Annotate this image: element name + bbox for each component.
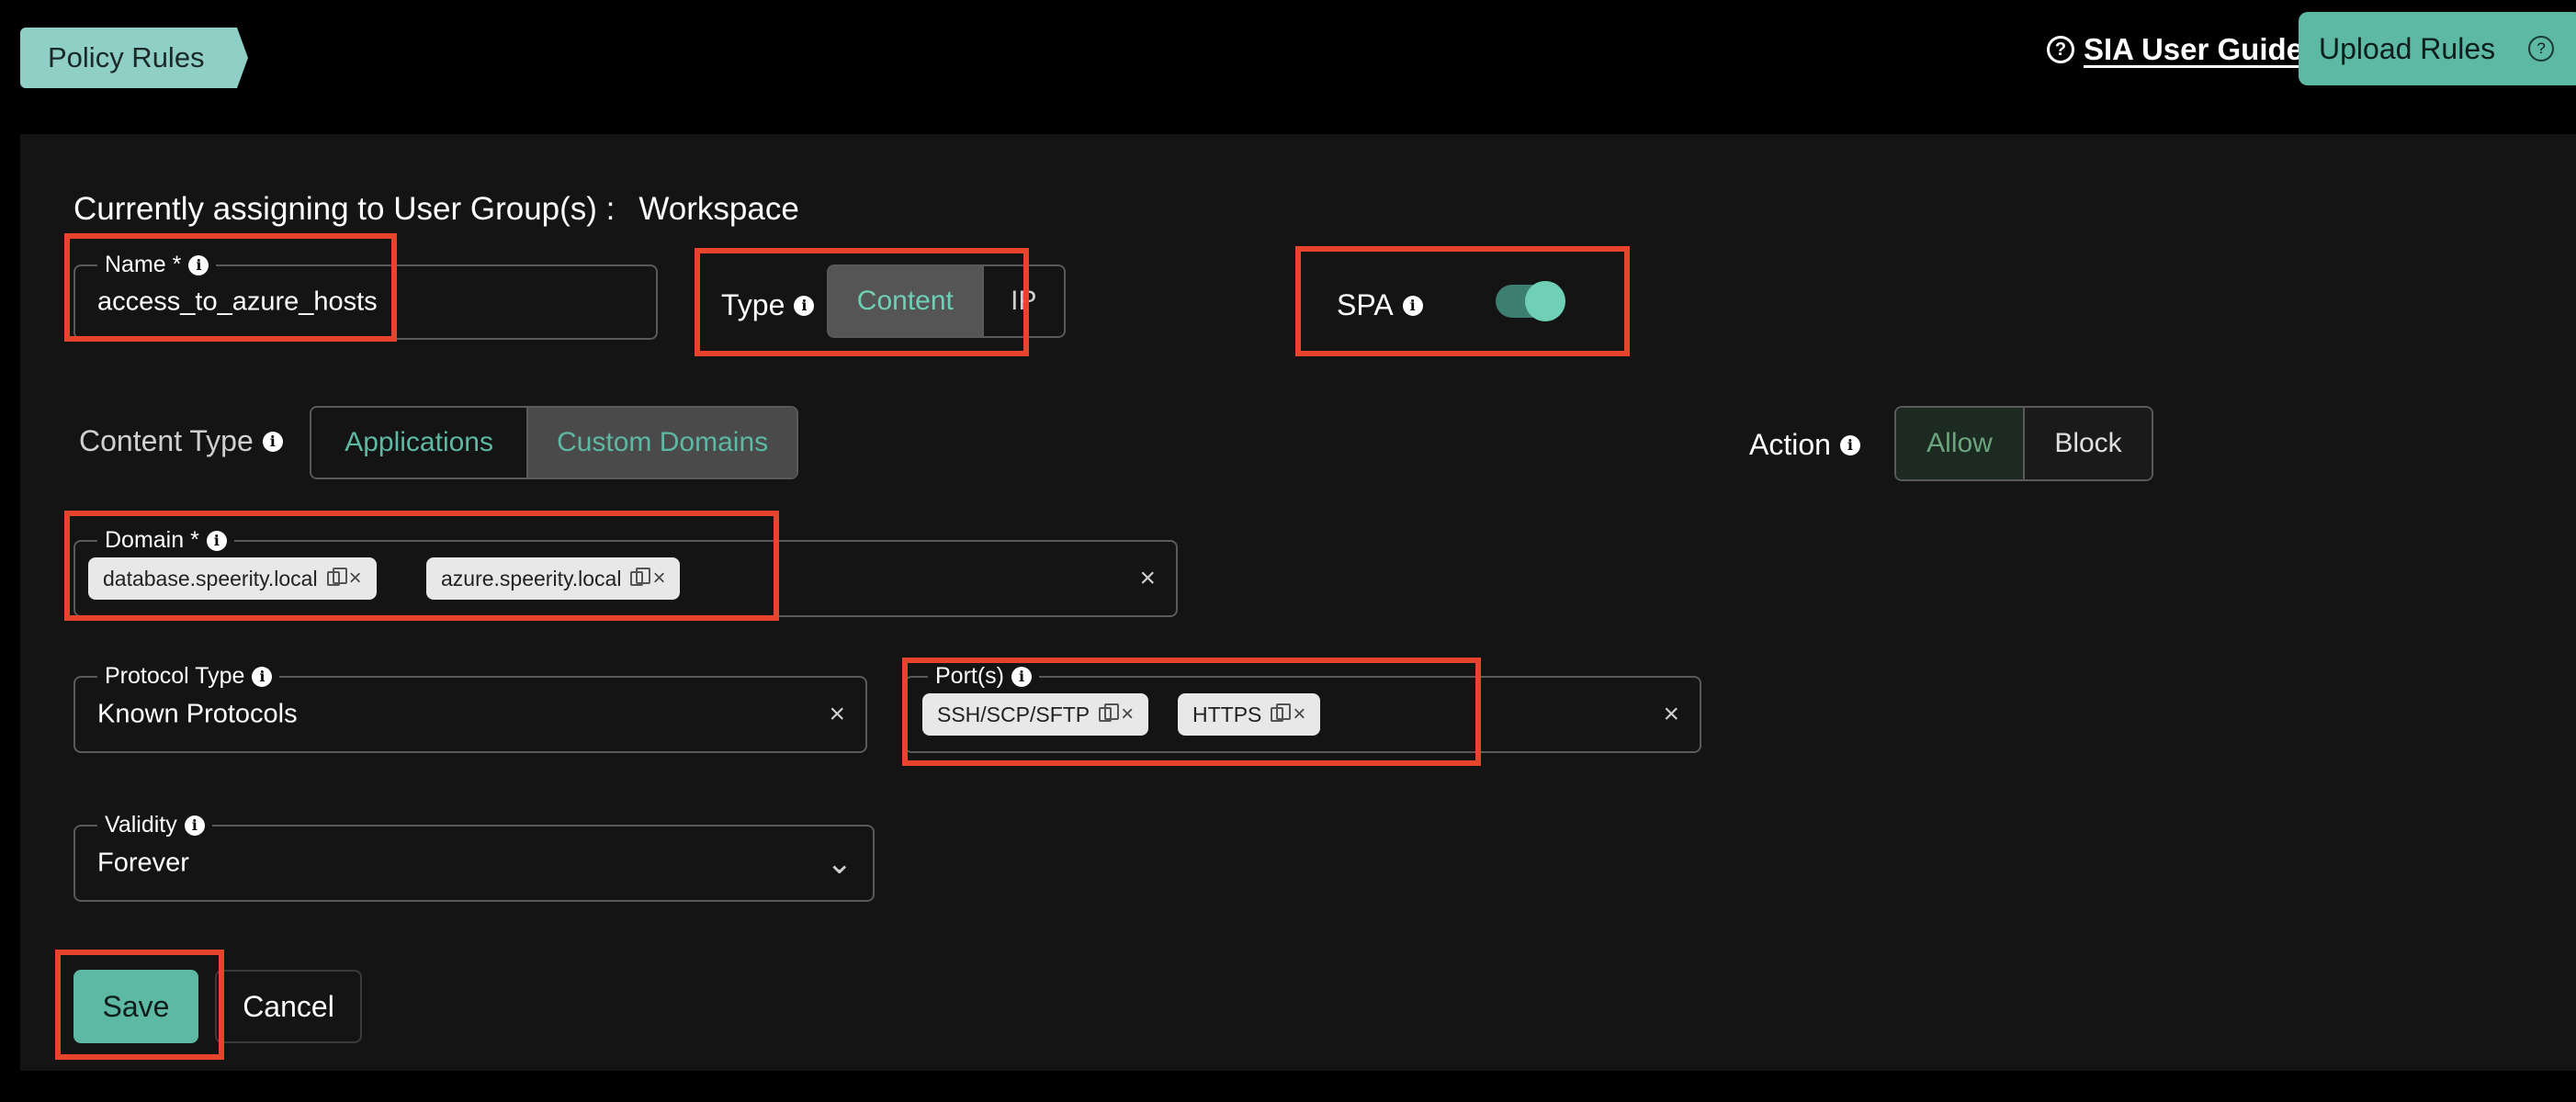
chip-close-icon[interactable]: × (349, 566, 362, 591)
chip-close-icon[interactable]: × (1293, 702, 1305, 727)
validity-select[interactable]: Validity i Forever ⌄ (73, 812, 875, 902)
domain-chip: azure.speerity.local × (426, 557, 681, 600)
type-option-content[interactable]: Content (829, 266, 982, 336)
validity-label: Validity (105, 812, 177, 838)
save-button[interactable]: Save (73, 970, 198, 1043)
spa-label: SPA (1337, 288, 1394, 321)
info-icon[interactable]: i (206, 530, 227, 551)
port-chip-label: HTTPS (1192, 702, 1262, 726)
type-option-ip[interactable]: IP (981, 266, 1064, 336)
upload-rules-label: Upload Rules (2319, 31, 2496, 65)
spa-toggle[interactable] (1496, 281, 1565, 321)
ports-field[interactable]: Port(s) i SSH/SCP/SFTP × HTTPS × × (904, 663, 1701, 753)
copy-icon[interactable] (630, 568, 651, 586)
help-circle-icon: ? (2047, 36, 2074, 63)
type-label: Type (721, 288, 785, 321)
clear-protocol-icon[interactable]: × (829, 699, 845, 730)
chip-close-icon[interactable]: × (652, 566, 665, 591)
domain-chip: database.speerity.local × (88, 557, 377, 600)
clear-domain-icon[interactable]: × (1139, 563, 1156, 594)
help-icon[interactable]: ? (2528, 36, 2555, 62)
upload-rules-button[interactable]: Upload Rules ? (2299, 12, 2576, 85)
breadcrumb-policy-rules[interactable]: Policy Rules (20, 28, 248, 88)
domain-chip-label: database.speerity.local (103, 566, 318, 590)
chevron-down-icon[interactable]: ⌄ (827, 845, 853, 882)
protocol-type-value: Known Protocols (97, 699, 298, 729)
name-label: Name * (105, 252, 182, 277)
assign-label: Currently assigning to User Group(s) : (73, 191, 616, 227)
protocol-type-field[interactable]: Protocol Type i Known Protocols × (73, 663, 867, 753)
validity-value: Forever (97, 848, 189, 878)
port-chip-label: SSH/SCP/SFTP (937, 702, 1090, 726)
name-field[interactable]: Name * i access_to_azure_hosts (73, 252, 658, 340)
assign-value: Workspace (638, 191, 799, 227)
type-label-group: Type i (721, 288, 815, 322)
protocol-type-legend: Protocol Type i (97, 663, 280, 690)
clear-ports-icon[interactable]: × (1663, 699, 1679, 730)
content-type-option-custom-domains[interactable]: Custom Domains (526, 408, 797, 478)
action-option-block[interactable]: Block (2023, 408, 2152, 479)
domain-chip-label: azure.speerity.local (441, 566, 622, 590)
name-input-value[interactable]: access_to_azure_hosts (97, 287, 378, 318)
domain-label: Domain * (105, 527, 199, 553)
breadcrumb-label: Policy Rules (48, 41, 205, 73)
domain-legend: Domain * i (97, 527, 234, 554)
content-type-option-applications[interactable]: Applications (311, 408, 527, 478)
action-segmented-control: Allow Block (1894, 406, 2153, 481)
name-legend: Name * i (97, 252, 217, 278)
copy-icon[interactable] (326, 568, 347, 586)
cancel-button[interactable]: Cancel (215, 970, 362, 1043)
port-chip: HTTPS × (1178, 693, 1321, 736)
guide-link-label: SIA User Guide (2084, 32, 2304, 66)
sia-user-guide-link[interactable]: ? SIA User Guide (2047, 28, 2303, 72)
protocol-type-label: Protocol Type (105, 663, 245, 689)
content-type-segmented-control: Applications Custom Domains (310, 406, 798, 479)
content-type-label-group: Content Type i (79, 424, 283, 458)
info-icon[interactable]: i (1839, 434, 1860, 455)
action-label-group: Action i (1749, 428, 1860, 462)
copy-icon[interactable] (1099, 703, 1120, 722)
ports-legend: Port(s) i (928, 663, 1039, 690)
info-icon[interactable]: i (1402, 295, 1423, 316)
spa-label-group: SPA i (1337, 288, 1423, 322)
toggle-knob (1525, 281, 1565, 321)
type-segmented-control: Content IP (827, 264, 1066, 338)
content-type-label: Content Type (79, 424, 254, 457)
info-icon[interactable]: i (794, 295, 815, 316)
action-option-allow[interactable]: Allow (1896, 408, 2023, 479)
info-icon[interactable]: i (252, 666, 273, 687)
assign-user-group-text: Currently assigning to User Group(s) : Wo… (73, 191, 799, 228)
ports-label: Port(s) (935, 663, 1004, 689)
info-icon[interactable]: i (188, 254, 209, 276)
info-icon[interactable]: i (1011, 666, 1032, 687)
info-icon[interactable]: i (184, 815, 205, 836)
port-chip: SSH/SCP/SFTP × (922, 693, 1149, 736)
domain-field[interactable]: Domain * i database.speerity.local × azu… (73, 527, 1178, 617)
action-label: Action (1749, 428, 1831, 461)
chip-close-icon[interactable]: × (1121, 702, 1134, 727)
info-icon[interactable]: i (262, 431, 283, 452)
validity-legend: Validity i (97, 812, 212, 838)
copy-icon[interactable] (1271, 703, 1292, 722)
